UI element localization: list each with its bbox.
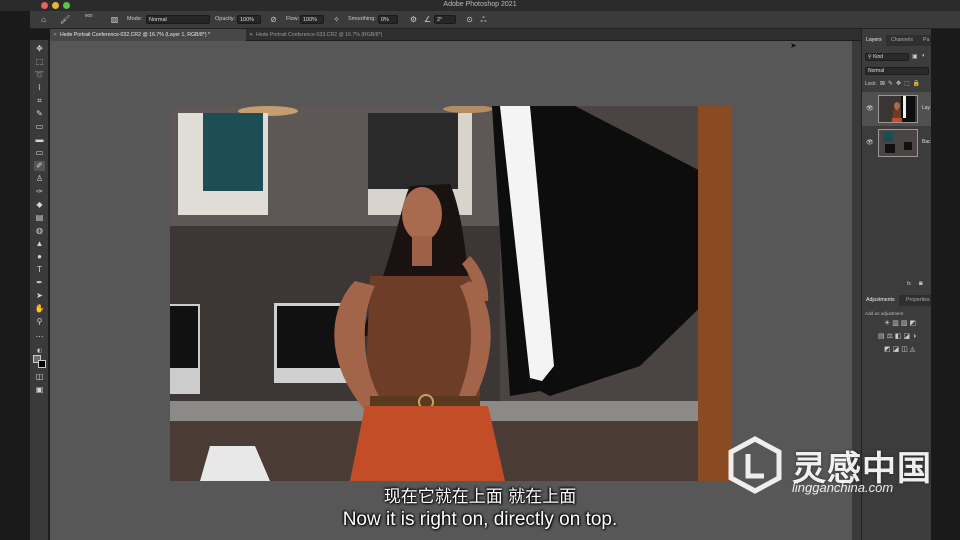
marquee-tool-icon[interactable]: ⬚	[34, 57, 45, 67]
butterfly-icon[interactable]: ஃ	[479, 15, 488, 24]
eyedropper-tool-icon[interactable]: ✎	[34, 109, 45, 119]
lock-icons[interactable]: ⊠✎✥⬚🔒	[880, 80, 923, 87]
adjustment-icons-row-2[interactable]: ▤⚖◧◪◑	[878, 332, 918, 341]
app-title: Adobe Photoshop 2021	[443, 1, 517, 8]
layer-mask-icon[interactable]: ◙	[919, 281, 923, 287]
smoothing-label: Smoothing:	[348, 16, 376, 22]
layer-name[interactable]: Bac	[922, 139, 931, 145]
angle-icon[interactable]: ∠	[423, 15, 432, 24]
document-tabs: ✕ Hede Portrait Conference-032.CR2 @ 16.…	[50, 29, 861, 41]
opacity-field[interactable]: 100%	[237, 15, 261, 24]
adjustment-icons-row-3[interactable]: ◩◪◫◬	[884, 345, 917, 354]
quick-mask-icon[interactable]: ◫	[34, 372, 45, 382]
move-tool-icon[interactable]: ✥	[34, 44, 45, 54]
brush-settings-icon[interactable]: ▨	[110, 15, 119, 24]
brush-tool-preset-icon[interactable]: 🖌	[60, 15, 70, 24]
airbrush-icon[interactable]: ✧	[332, 15, 341, 24]
background-color-swatch[interactable]	[38, 360, 46, 368]
filter-adjustment-icon[interactable]: ◐	[922, 53, 926, 59]
opacity-label: Opacity:	[215, 16, 236, 22]
brush-size-value[interactable]: 900	[85, 13, 93, 18]
layers-panel-tabs: Layers Channels Pa	[862, 35, 932, 46]
subtitle-english: Now it is right on, directly on top.	[342, 509, 618, 530]
layer-fx-icon[interactable]: fx	[907, 281, 911, 287]
smoothing-field[interactable]: 0%	[378, 15, 398, 24]
adjustment-icons-row-1[interactable]: ☀▥▨◩	[884, 319, 918, 328]
filter-image-icon[interactable]: ▣	[912, 53, 918, 60]
pressure-opacity-icon[interactable]: ⊘	[269, 15, 278, 24]
blur-tool-icon[interactable]: ◍	[34, 226, 45, 236]
more-tools-icon[interactable]: ⋯	[34, 332, 45, 342]
mode-select[interactable]: Normal	[146, 15, 210, 24]
eraser-tool-icon[interactable]: ◆	[34, 200, 45, 210]
watermark-url: lingganchina.com	[792, 480, 894, 495]
brush-tool-icon[interactable]: ✐	[34, 161, 45, 171]
history-brush-tool-icon[interactable]: ✑	[34, 187, 45, 197]
path-select-tool-icon[interactable]: ➤	[34, 291, 45, 301]
options-bar: ⌂ 🖌 900 ▨ Mode: Normal Opacity: 100% ⊘ F…	[30, 11, 960, 29]
layer-row[interactable]: 👁 Lay	[862, 92, 932, 126]
hand-tool-icon[interactable]: ✋	[34, 304, 45, 314]
tab-properties[interactable]: Properties	[902, 295, 934, 306]
close-tab-icon[interactable]: ✕	[53, 29, 57, 41]
sharpen-tool-icon[interactable]: ▲	[34, 239, 45, 249]
smoothing-settings-icon[interactable]: ⚙	[409, 15, 418, 24]
gradient-tool-icon[interactable]: ▤	[34, 213, 45, 223]
watermark-logo-icon	[728, 436, 782, 494]
layer-kind-filter[interactable]: ⚲ Kind	[865, 53, 909, 61]
adjustments-hint: Add an adjustment	[865, 311, 904, 316]
pen-tool-icon[interactable]: ✒	[34, 278, 45, 288]
layer-name[interactable]: Lay	[922, 105, 930, 111]
screen-edge	[931, 29, 960, 540]
tab-document-032[interactable]: ✕ Hede Portrait Conference-032.CR2 @ 16.…	[50, 29, 246, 41]
dodge-tool-icon[interactable]: ●	[34, 252, 45, 262]
toolbox: ✥ ⬚ ➰ ⌇ ⌗ ✎ ▭ ▬ ▭ ✐ ♙ ✑ ◆ ▤ ◍ ▲ ● T ✒ ➤ …	[30, 40, 49, 540]
lasso-tool-icon[interactable]: ➰	[34, 70, 45, 80]
patch-tool-icon[interactable]: ▭	[34, 148, 45, 158]
pressure-size-icon[interactable]: ⊙	[465, 15, 474, 24]
mode-label: Mode:	[127, 16, 143, 22]
document-image[interactable]	[170, 106, 732, 481]
angle-field[interactable]: 2°	[434, 15, 456, 24]
flow-field[interactable]: 100%	[300, 15, 324, 24]
crop-tool-icon[interactable]: ⌗	[34, 96, 45, 106]
eye-icon[interactable]: 👁	[866, 105, 874, 112]
eye-icon[interactable]: 👁	[866, 139, 874, 146]
tab-channels[interactable]: Channels	[887, 35, 917, 46]
clone-stamp-tool-icon[interactable]: ♙	[34, 174, 45, 184]
tab-adjustments[interactable]: Adjustments	[862, 295, 899, 306]
type-tool-icon[interactable]: T	[34, 265, 45, 275]
tab-document-033[interactable]: ✕ Hede Portrait Conference-033.CR2 @ 16.…	[246, 29, 426, 41]
healing-brush-tool-icon[interactable]: ▬	[34, 135, 45, 145]
layer-thumbnail	[878, 95, 918, 123]
title-bar: Adobe Photoshop 2021	[0, 0, 960, 11]
screen-mode-icon[interactable]: ▣	[34, 385, 45, 395]
lock-label: Lock:	[865, 81, 877, 87]
spot-healing-tool-icon[interactable]: ▭	[34, 122, 45, 132]
tab-label: Hede Portrait Conference-033.CR2 @ 16.7%…	[256, 32, 383, 38]
quick-select-tool-icon[interactable]: ⌇	[34, 83, 45, 93]
layer-thumbnail	[878, 129, 918, 157]
portrait-photo	[170, 106, 732, 481]
adjustments-panel-tabs: Adjustments Properties	[862, 295, 932, 306]
blend-mode-select[interactable]: Normal	[865, 67, 929, 75]
close-tab-icon[interactable]: ✕	[249, 29, 253, 41]
flow-label: Flow:	[286, 16, 300, 22]
tab-label: Hede Portrait Conference-032.CR2 @ 16.7%…	[60, 32, 211, 38]
mouse-cursor-icon: ➤	[790, 41, 797, 50]
tab-layers[interactable]: Layers	[862, 35, 886, 46]
layer-row[interactable]: 👁 Bac	[862, 126, 932, 160]
kind-filter-label: Kind	[873, 54, 884, 60]
zoom-tool-icon[interactable]: ⚲	[34, 317, 45, 327]
home-icon[interactable]: ⌂	[39, 15, 48, 24]
